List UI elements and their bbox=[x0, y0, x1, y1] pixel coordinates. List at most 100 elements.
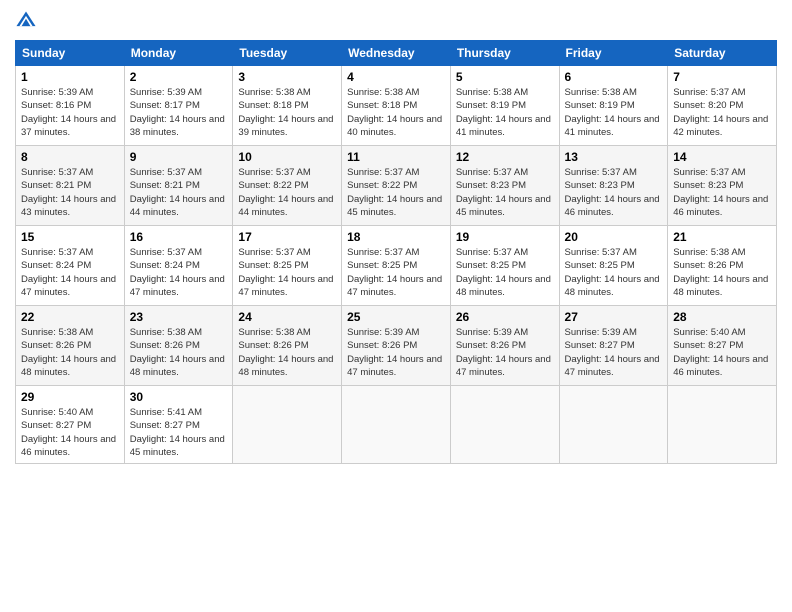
cell-info: Sunrise: 5:38 AMSunset: 8:26 PMDaylight:… bbox=[238, 327, 333, 378]
day-number: 26 bbox=[456, 310, 554, 324]
cell-info: Sunrise: 5:38 AMSunset: 8:18 PMDaylight:… bbox=[347, 87, 442, 138]
cell-info: Sunrise: 5:38 AMSunset: 8:26 PMDaylight:… bbox=[21, 327, 116, 378]
cell-info: Sunrise: 5:37 AMSunset: 8:24 PMDaylight:… bbox=[130, 247, 225, 298]
day-number: 21 bbox=[673, 230, 771, 244]
cell-info: Sunrise: 5:38 AMSunset: 8:19 PMDaylight:… bbox=[565, 87, 660, 138]
table-row: 24 Sunrise: 5:38 AMSunset: 8:26 PMDaylig… bbox=[233, 306, 342, 386]
cell-info: Sunrise: 5:40 AMSunset: 8:27 PMDaylight:… bbox=[21, 407, 116, 458]
table-row: 11 Sunrise: 5:37 AMSunset: 8:22 PMDaylig… bbox=[342, 146, 451, 226]
cell-info: Sunrise: 5:37 AMSunset: 8:25 PMDaylight:… bbox=[347, 247, 442, 298]
cell-info: Sunrise: 5:39 AMSunset: 8:27 PMDaylight:… bbox=[565, 327, 660, 378]
table-row bbox=[233, 386, 342, 464]
table-row: 30 Sunrise: 5:41 AMSunset: 8:27 PMDaylig… bbox=[124, 386, 233, 464]
table-row: 10 Sunrise: 5:37 AMSunset: 8:22 PMDaylig… bbox=[233, 146, 342, 226]
table-row: 9 Sunrise: 5:37 AMSunset: 8:21 PMDayligh… bbox=[124, 146, 233, 226]
day-header-saturday: Saturday bbox=[668, 41, 777, 66]
table-row: 26 Sunrise: 5:39 AMSunset: 8:26 PMDaylig… bbox=[450, 306, 559, 386]
table-row: 7 Sunrise: 5:37 AMSunset: 8:20 PMDayligh… bbox=[668, 66, 777, 146]
table-row bbox=[450, 386, 559, 464]
day-number: 16 bbox=[130, 230, 228, 244]
calendar-row: 22 Sunrise: 5:38 AMSunset: 8:26 PMDaylig… bbox=[16, 306, 777, 386]
day-header-friday: Friday bbox=[559, 41, 668, 66]
cell-info: Sunrise: 5:37 AMSunset: 8:22 PMDaylight:… bbox=[347, 167, 442, 218]
day-header-thursday: Thursday bbox=[450, 41, 559, 66]
day-number: 8 bbox=[21, 150, 119, 164]
calendar-header-row: SundayMondayTuesdayWednesdayThursdayFrid… bbox=[16, 41, 777, 66]
logo bbox=[15, 10, 39, 32]
cell-info: Sunrise: 5:39 AMSunset: 8:26 PMDaylight:… bbox=[347, 327, 442, 378]
cell-info: Sunrise: 5:37 AMSunset: 8:23 PMDaylight:… bbox=[673, 167, 768, 218]
table-row: 3 Sunrise: 5:38 AMSunset: 8:18 PMDayligh… bbox=[233, 66, 342, 146]
day-number: 13 bbox=[565, 150, 663, 164]
table-row bbox=[559, 386, 668, 464]
day-number: 22 bbox=[21, 310, 119, 324]
cell-info: Sunrise: 5:38 AMSunset: 8:26 PMDaylight:… bbox=[673, 247, 768, 298]
table-row: 17 Sunrise: 5:37 AMSunset: 8:25 PMDaylig… bbox=[233, 226, 342, 306]
day-number: 18 bbox=[347, 230, 445, 244]
table-row: 23 Sunrise: 5:38 AMSunset: 8:26 PMDaylig… bbox=[124, 306, 233, 386]
day-number: 17 bbox=[238, 230, 336, 244]
logo-icon bbox=[15, 10, 37, 32]
table-row: 13 Sunrise: 5:37 AMSunset: 8:23 PMDaylig… bbox=[559, 146, 668, 226]
table-row: 21 Sunrise: 5:38 AMSunset: 8:26 PMDaylig… bbox=[668, 226, 777, 306]
page: SundayMondayTuesdayWednesdayThursdayFrid… bbox=[0, 0, 792, 612]
table-row: 15 Sunrise: 5:37 AMSunset: 8:24 PMDaylig… bbox=[16, 226, 125, 306]
cell-info: Sunrise: 5:39 AMSunset: 8:26 PMDaylight:… bbox=[456, 327, 551, 378]
day-header-sunday: Sunday bbox=[16, 41, 125, 66]
calendar-body: 1 Sunrise: 5:39 AMSunset: 8:16 PMDayligh… bbox=[16, 66, 777, 464]
calendar-row: 1 Sunrise: 5:39 AMSunset: 8:16 PMDayligh… bbox=[16, 66, 777, 146]
table-row: 19 Sunrise: 5:37 AMSunset: 8:25 PMDaylig… bbox=[450, 226, 559, 306]
day-number: 2 bbox=[130, 70, 228, 84]
cell-info: Sunrise: 5:37 AMSunset: 8:24 PMDaylight:… bbox=[21, 247, 116, 298]
cell-info: Sunrise: 5:39 AMSunset: 8:16 PMDaylight:… bbox=[21, 87, 116, 138]
cell-info: Sunrise: 5:39 AMSunset: 8:17 PMDaylight:… bbox=[130, 87, 225, 138]
day-number: 10 bbox=[238, 150, 336, 164]
cell-info: Sunrise: 5:37 AMSunset: 8:23 PMDaylight:… bbox=[565, 167, 660, 218]
table-row: 12 Sunrise: 5:37 AMSunset: 8:23 PMDaylig… bbox=[450, 146, 559, 226]
cell-info: Sunrise: 5:40 AMSunset: 8:27 PMDaylight:… bbox=[673, 327, 768, 378]
table-row: 27 Sunrise: 5:39 AMSunset: 8:27 PMDaylig… bbox=[559, 306, 668, 386]
table-row: 8 Sunrise: 5:37 AMSunset: 8:21 PMDayligh… bbox=[16, 146, 125, 226]
cell-info: Sunrise: 5:37 AMSunset: 8:25 PMDaylight:… bbox=[456, 247, 551, 298]
cell-info: Sunrise: 5:37 AMSunset: 8:22 PMDaylight:… bbox=[238, 167, 333, 218]
table-row: 22 Sunrise: 5:38 AMSunset: 8:26 PMDaylig… bbox=[16, 306, 125, 386]
table-row: 6 Sunrise: 5:38 AMSunset: 8:19 PMDayligh… bbox=[559, 66, 668, 146]
day-number: 15 bbox=[21, 230, 119, 244]
cell-info: Sunrise: 5:41 AMSunset: 8:27 PMDaylight:… bbox=[130, 407, 225, 458]
cell-info: Sunrise: 5:37 AMSunset: 8:25 PMDaylight:… bbox=[565, 247, 660, 298]
cell-info: Sunrise: 5:38 AMSunset: 8:19 PMDaylight:… bbox=[456, 87, 551, 138]
table-row bbox=[342, 386, 451, 464]
table-row: 25 Sunrise: 5:39 AMSunset: 8:26 PMDaylig… bbox=[342, 306, 451, 386]
day-number: 30 bbox=[130, 390, 228, 404]
table-row: 14 Sunrise: 5:37 AMSunset: 8:23 PMDaylig… bbox=[668, 146, 777, 226]
cell-info: Sunrise: 5:38 AMSunset: 8:18 PMDaylight:… bbox=[238, 87, 333, 138]
table-row: 2 Sunrise: 5:39 AMSunset: 8:17 PMDayligh… bbox=[124, 66, 233, 146]
day-header-wednesday: Wednesday bbox=[342, 41, 451, 66]
day-number: 12 bbox=[456, 150, 554, 164]
day-number: 7 bbox=[673, 70, 771, 84]
table-row: 18 Sunrise: 5:37 AMSunset: 8:25 PMDaylig… bbox=[342, 226, 451, 306]
cell-info: Sunrise: 5:38 AMSunset: 8:26 PMDaylight:… bbox=[130, 327, 225, 378]
day-number: 6 bbox=[565, 70, 663, 84]
day-number: 9 bbox=[130, 150, 228, 164]
table-row: 5 Sunrise: 5:38 AMSunset: 8:19 PMDayligh… bbox=[450, 66, 559, 146]
day-number: 29 bbox=[21, 390, 119, 404]
cell-info: Sunrise: 5:37 AMSunset: 8:23 PMDaylight:… bbox=[456, 167, 551, 218]
header bbox=[15, 10, 777, 32]
day-number: 24 bbox=[238, 310, 336, 324]
day-header-tuesday: Tuesday bbox=[233, 41, 342, 66]
day-header-monday: Monday bbox=[124, 41, 233, 66]
table-row bbox=[668, 386, 777, 464]
cell-info: Sunrise: 5:37 AMSunset: 8:25 PMDaylight:… bbox=[238, 247, 333, 298]
day-number: 5 bbox=[456, 70, 554, 84]
day-number: 27 bbox=[565, 310, 663, 324]
day-number: 11 bbox=[347, 150, 445, 164]
day-number: 1 bbox=[21, 70, 119, 84]
calendar-row: 29 Sunrise: 5:40 AMSunset: 8:27 PMDaylig… bbox=[16, 386, 777, 464]
calendar-row: 15 Sunrise: 5:37 AMSunset: 8:24 PMDaylig… bbox=[16, 226, 777, 306]
cell-info: Sunrise: 5:37 AMSunset: 8:20 PMDaylight:… bbox=[673, 87, 768, 138]
day-number: 28 bbox=[673, 310, 771, 324]
day-number: 25 bbox=[347, 310, 445, 324]
table-row: 20 Sunrise: 5:37 AMSunset: 8:25 PMDaylig… bbox=[559, 226, 668, 306]
day-number: 19 bbox=[456, 230, 554, 244]
